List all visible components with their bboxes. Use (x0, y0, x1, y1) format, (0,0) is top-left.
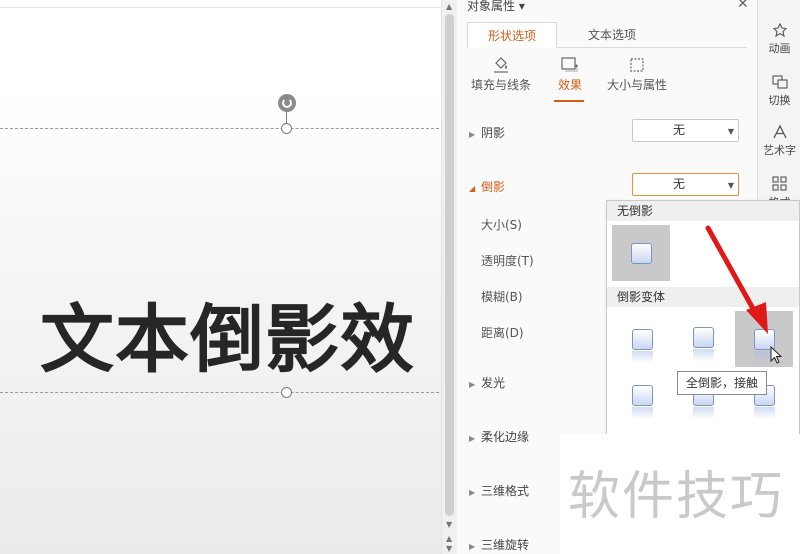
close-icon[interactable]: ✕ (737, 0, 749, 12)
reflection-select-value: 无 (672, 177, 685, 191)
expand-triangle-icon: ▶ (469, 130, 476, 139)
slide-canvas[interactable]: 文本倒影效 (0, 0, 444, 554)
page-down-icon[interactable]: ▼ (446, 544, 452, 553)
reflection-distance-label: 距离(D) (481, 326, 524, 340)
reflection-select[interactable]: 无 ▼ (632, 173, 739, 196)
scroll-down-icon[interactable]: ▼ (446, 520, 452, 529)
preview-reflection (693, 349, 714, 361)
effects-icon (561, 57, 578, 72)
selection-border-bottom (0, 392, 444, 393)
panel-title[interactable]: 对象属性 ▾ (467, 0, 525, 14)
preview-reflection (693, 407, 714, 419)
reflection-size-label: 大小(S) (481, 218, 522, 232)
mouse-cursor-icon (770, 346, 783, 364)
transition-icon (771, 75, 788, 89)
expand-triangle-icon: ▶ (469, 542, 476, 551)
rightbar-format[interactable]: 格式 (758, 176, 800, 200)
section-3d-format[interactable]: ▶ 三维格式 (469, 482, 529, 499)
section-3d-rotation[interactable]: ▶ 三维旋转 (469, 536, 529, 553)
reflection-blur-label: 模糊(B) (481, 290, 523, 304)
section-reflection-label: 倒影 (481, 180, 506, 194)
section-glow[interactable]: ▶ 发光 (469, 374, 505, 391)
slide-text-box[interactable]: 文本倒影效 (40, 290, 415, 390)
resize-handle-top[interactable] (281, 123, 292, 134)
rightbar-animation-label: 动画 (768, 42, 791, 55)
size-icon (630, 58, 644, 72)
shadow-select-value: 无 (672, 123, 685, 137)
red-arrow-icon (705, 225, 768, 334)
subtab-effects[interactable]: 效果 (552, 56, 588, 93)
preview-square (632, 385, 653, 406)
watermark: 软件技巧 (560, 434, 800, 554)
subtab-fill-line[interactable]: 填充与线条 (467, 56, 535, 93)
subtab-size-properties[interactable]: 大小与属性 (605, 56, 669, 93)
section-shadow[interactable]: ▶ 阴影 (469, 124, 505, 141)
section-glow-label: 发光 (481, 376, 506, 390)
section-soft-edges-label: 柔化边缘 (481, 430, 530, 444)
section-reflection[interactable]: ◢ 倒影 (469, 178, 505, 195)
gallery-header-no-reflection: 无倒影 (607, 201, 799, 221)
rightbar-wordart-label: 艺术字 (763, 144, 796, 157)
tab-shape-options[interactable]: 形状选项 (467, 22, 557, 48)
animation-icon (772, 22, 787, 38)
rightbar-wordart[interactable]: 艺术字 (758, 124, 800, 158)
active-subtab-indicator (554, 100, 584, 102)
section-3d-rotation-label: 三维旋转 (481, 538, 530, 552)
slide-scrollbar[interactable]: ▲ ▼ ▲ ▼ (441, 0, 457, 554)
subtab-size-label: 大小与属性 (606, 78, 667, 92)
preview-reflection (754, 407, 775, 419)
menu-icon[interactable] (758, 0, 800, 6)
panel-tabs: 形状选项 文本选项 (467, 22, 747, 48)
watermark-text: 软件技巧 (568, 467, 785, 527)
tab-text-options[interactable]: 文本选项 (567, 22, 657, 48)
rightbar-transition-label: 切换 (768, 94, 791, 107)
wordart-icon (772, 124, 787, 139)
grid-icon (771, 176, 787, 191)
scrollbar-thumb[interactable] (445, 14, 454, 516)
expand-triangle-icon: ▶ (469, 434, 476, 443)
gallery-item-no-reflection[interactable] (612, 225, 670, 281)
preview-reflection (632, 407, 653, 419)
chevron-down-icon: ▼ (727, 127, 734, 136)
rightbar-animation[interactable]: 动画 (758, 22, 800, 56)
shadow-select[interactable]: 无 ▼ (632, 119, 739, 142)
page-up-icon[interactable]: ▲ (446, 534, 452, 543)
gallery-tooltip: 全倒影，接触 (677, 371, 768, 395)
reflection-transparency-label: 透明度(T) (481, 254, 534, 268)
rotate-icon[interactable] (278, 94, 296, 112)
selection-border-top (0, 128, 444, 129)
section-3d-format-label: 三维格式 (481, 484, 530, 498)
scroll-up-icon[interactable]: ▲ (446, 2, 452, 11)
collapse-triangle-icon: ◢ (469, 184, 476, 193)
gallery-item-reflection-1[interactable] (613, 311, 671, 367)
preview-square (631, 243, 652, 264)
subtab-fill-label: 填充与线条 (470, 78, 531, 92)
section-shadow-label: 阴影 (481, 126, 506, 140)
rightbar-transition[interactable]: 切换 (758, 74, 800, 108)
subtab-effects-label: 效果 (557, 78, 582, 92)
section-soft-edges[interactable]: ▶ 柔化边缘 (469, 428, 529, 445)
expand-triangle-icon: ▶ (469, 488, 476, 497)
preview-reflection (632, 351, 653, 363)
hamburger-icon (771, 0, 789, 4)
expand-triangle-icon: ▶ (469, 380, 476, 389)
chevron-down-icon: ▼ (727, 181, 734, 190)
gallery-item-reflection-4[interactable] (613, 367, 671, 423)
canvas-top-edge (0, 0, 444, 8)
paint-bucket-icon (494, 57, 508, 73)
preview-square (632, 329, 653, 350)
